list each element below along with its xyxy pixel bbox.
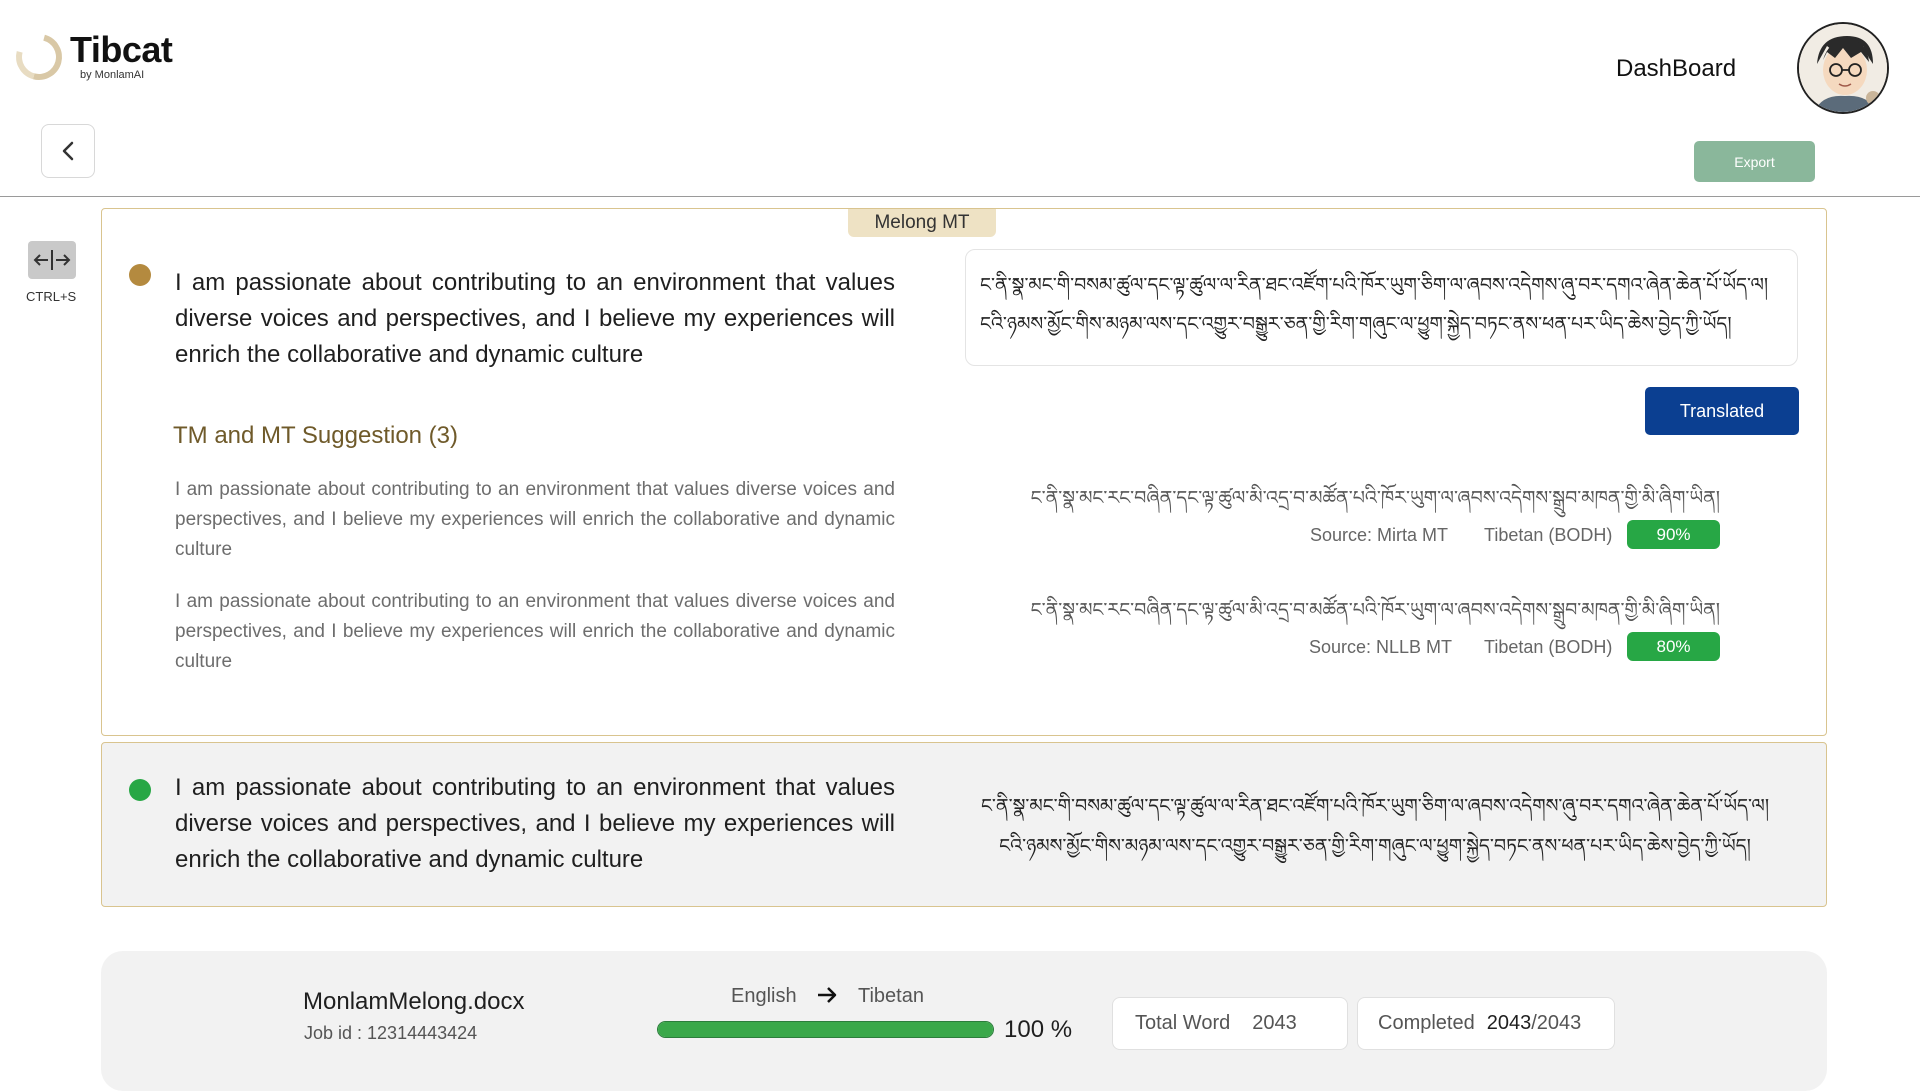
target-language: Tibetan xyxy=(858,985,924,1007)
segment-source-text: I am passionate about contributing to an… xyxy=(175,269,895,368)
suggestion-source-label: Source: Mirta MT xyxy=(1310,525,1449,545)
shortcut-label: CTRL+S xyxy=(26,289,77,304)
user-avatar[interactable] xyxy=(1797,22,1889,114)
segment-status-dot xyxy=(129,264,151,286)
logo-ring-icon xyxy=(7,25,71,88)
dashboard-link[interactable]: DashBoard xyxy=(1616,55,1736,83)
source-language: English xyxy=(731,985,797,1007)
suggestion-source-text[interactable]: I am passionate about contributing to an… xyxy=(175,475,895,565)
suggestion-target-text[interactable]: ང་ནི་སྣ་མང་རང་བཞིན་དང་ལྟ་ཚུལ་མི་འདྲ་བ་མཚ… xyxy=(1000,588,1720,642)
segment-status-dot xyxy=(129,779,151,801)
file-name: MonlamMelong.docx xyxy=(303,988,525,1015)
arrow-right-icon xyxy=(816,984,838,1012)
translated-button[interactable]: Translated xyxy=(1645,387,1799,435)
total-word-box: Total Word 2043 xyxy=(1112,997,1348,1050)
suggestion-source-label: Source: NLLB MT xyxy=(1309,637,1453,657)
suggestion-score-badge: 80% xyxy=(1627,632,1720,661)
engine-tag: Melong MT xyxy=(848,209,996,237)
total-word-value: 2043 xyxy=(1252,1012,1297,1034)
split-arrows-icon xyxy=(33,250,71,270)
completed-label: Completed xyxy=(1378,1012,1475,1034)
segment-target-editor[interactable]: ང་ནི་སྣ་མང་གི་བསམ་ཚུལ་དང་ལྟ་ཚུལ་ལ་རིན་ཐང… xyxy=(965,249,1798,366)
progress-bar xyxy=(657,1021,994,1038)
chevron-left-icon xyxy=(62,141,74,161)
completed-box: Completed 2043 /2043 xyxy=(1357,997,1615,1050)
progress-label: 100 % xyxy=(1004,1016,1073,1043)
completed-done: 2043 xyxy=(1486,1012,1532,1034)
suggestion-source-text[interactable]: I am passionate about contributing to an… xyxy=(175,587,895,677)
segment-source-text: I am passionate about contributing to an… xyxy=(175,774,895,873)
export-button[interactable]: Export xyxy=(1694,141,1815,182)
suggestion-language-label: Tibetan (BODH) xyxy=(1484,637,1613,657)
suggestion-language-label: Tibetan (BODH) xyxy=(1484,525,1613,545)
header-divider xyxy=(0,196,1920,197)
completed-total: /2043 xyxy=(1531,1012,1582,1034)
app-logo[interactable]: Tibcat by MonlamAI xyxy=(7,25,173,88)
total-word-label: Total Word xyxy=(1135,1012,1231,1034)
suggestion-target-text[interactable]: ང་ནི་སྣ་མང་རང་བཞིན་དང་ལྟ་ཚུལ་མི་འདྲ་བ་མཚ… xyxy=(1000,476,1720,530)
progress-fill xyxy=(658,1022,993,1037)
suggestion-score-badge: 90% xyxy=(1627,520,1720,549)
split-segment-button[interactable] xyxy=(28,241,76,279)
back-button[interactable] xyxy=(41,124,95,178)
logo-title: Tibcat xyxy=(70,29,173,70)
segment-target-text[interactable]: ང་ནི་སྣ་མང་གི་བསམ་ཚུལ་དང་ལྟ་ཚུལ་ལ་རིན་ཐང… xyxy=(970,786,1780,866)
suggestions-title: TM and MT Suggestion (3) xyxy=(173,422,459,449)
job-id: Job id : 12314443424 xyxy=(304,1023,478,1043)
logo-subtitle: by MonlamAI xyxy=(80,69,145,81)
